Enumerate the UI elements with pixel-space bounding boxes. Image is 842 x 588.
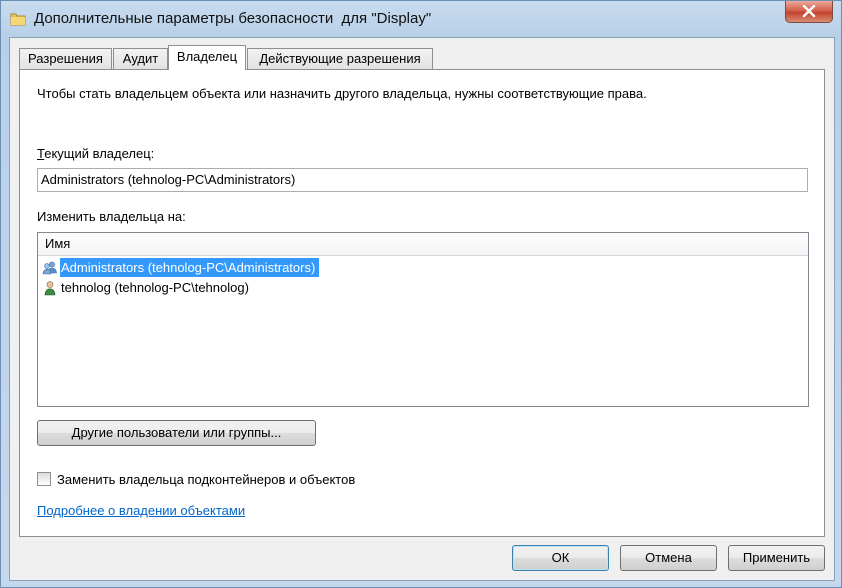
ok-button[interactable]: ОК [512,545,609,571]
user-icon [42,280,58,296]
folder-icon [10,11,26,27]
owner-candidates-list[interactable]: Имя Administrators (tehnolog-PC\Administ… [37,232,809,407]
owner-tab-panel: Чтобы стать владельцем объекта или назна… [19,69,825,537]
change-owner-label: Изменить владельца на: [37,209,186,224]
cancel-button[interactable]: Отмена [620,545,717,571]
learn-more-ownership-link[interactable]: Подробнее о владении объектами [37,503,245,518]
tab-audit[interactable]: Аудит [113,48,168,69]
security-dialog-window: Дополнительные параметры безопасности дл… [0,0,842,588]
tab-owner[interactable]: Владелец [168,45,246,70]
list-item-label: Administrators (tehnolog-PC\Administrato… [60,258,320,277]
column-header-name[interactable]: Имя [38,233,808,256]
current-owner-field[interactable]: Administrators (tehnolog-PC\Administrato… [37,168,808,192]
replace-owner-checkbox-label[interactable]: Заменить владельца подконтейнеров и объе… [57,472,355,487]
tab-effective-permissions[interactable]: Действующие разрешения [247,48,433,69]
tab-permissions[interactable]: Разрешения [19,48,112,69]
list-item-label: tehnolog (tehnolog-PC\tehnolog) [61,280,249,295]
close-icon [802,5,816,18]
title-bar[interactable]: Дополнительные параметры безопасности дл… [1,1,841,37]
dialog-client-area: Разрешения Аудит Владелец Действующие ра… [9,37,835,581]
apply-button[interactable]: Применить [728,545,825,571]
close-button[interactable] [785,1,833,23]
intro-text: Чтобы стать владельцем объекта или назна… [37,86,647,101]
other-users-or-groups-button[interactable]: Другие пользователи или группы... [37,420,316,446]
window-title: Дополнительные параметры безопасности дл… [34,10,432,27]
user-group-icon [42,260,58,276]
replace-owner-checkbox[interactable] [37,472,51,486]
current-owner-label: Текущий владелец: [37,146,155,161]
